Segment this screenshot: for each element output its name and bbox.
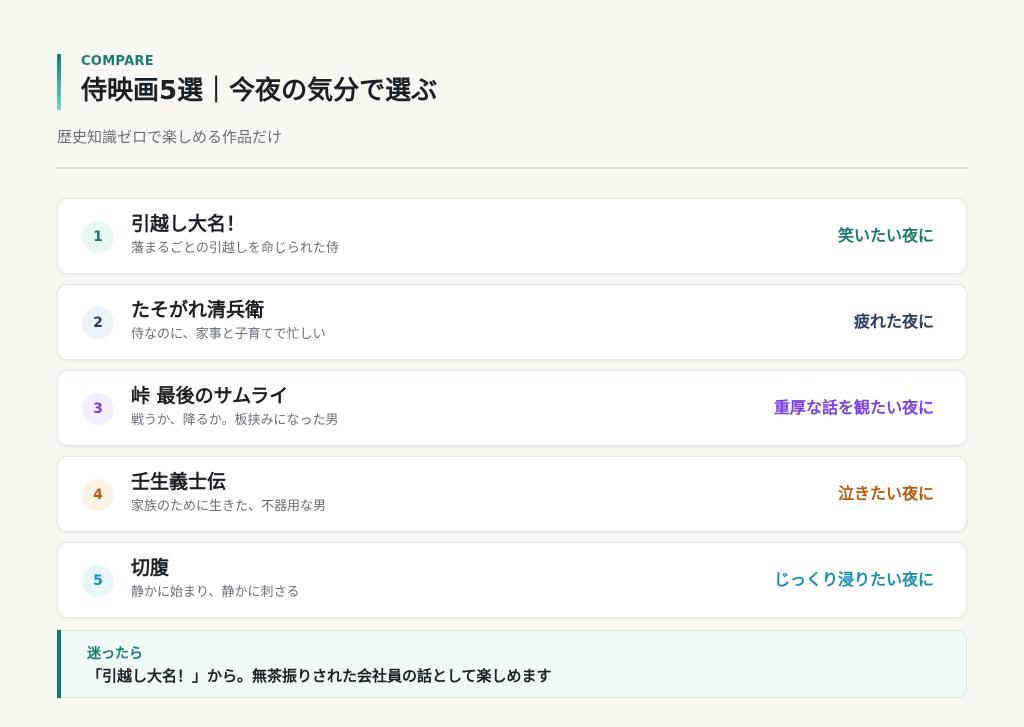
film-card[interactable]: 5 切腹 静かに始まり、静かに刺さる じっくり浸りたい夜に: [57, 542, 967, 618]
film-list: 1 引越し大名！ 藩まるごとの引越しを命じられた侍 笑いたい夜に 2 たそがれ清…: [57, 198, 967, 618]
film-description: 藩まるごとの引越しを命じられた侍: [131, 241, 339, 256]
film-description: 戦うか、降るか。板挟みになった男: [131, 413, 339, 428]
film-title: たそがれ清兵衛: [131, 299, 265, 321]
film-description: 家族のために生きた、不器用な男: [131, 499, 327, 514]
film-title: 引越し大名！: [131, 213, 246, 235]
eyebrow-label: COMPARE: [81, 54, 154, 69]
rank-badge: 3: [82, 393, 114, 425]
film-description: 静かに始まり、静かに刺さる: [131, 585, 300, 600]
film-card[interactable]: 2 たそがれ清兵衛 侍なのに、家事と子育てで忙しい 疲れた夜に: [57, 284, 967, 360]
callout-accent-bar: [57, 630, 61, 698]
page-subtitle: 歴史知識ゼロで楽しめる作品だけ: [57, 128, 283, 146]
film-description: 侍なのに、家事と子育てで忙しい: [131, 327, 326, 342]
film-card[interactable]: 4 壬生義士伝 家族のために生きた、不器用な男 泣きたい夜に: [57, 456, 967, 532]
header-accent-bar: [57, 54, 61, 110]
rank-badge: 4: [82, 479, 114, 511]
mood-tag: 泣きたい夜に: [837, 484, 934, 503]
mood-tag: 疲れた夜に: [853, 312, 934, 331]
film-title: 壬生義士伝: [131, 471, 227, 493]
callout-label: 迷ったら: [87, 646, 143, 662]
header-divider: [57, 167, 967, 169]
recommendation-callout: 迷ったら 「引越し大名！」から。無茶振りされた会社員の話として楽しめます: [57, 630, 967, 698]
mood-tag: じっくり浸りたい夜に: [773, 570, 934, 589]
mood-tag: 笑いたい夜に: [837, 226, 934, 245]
callout-text: 「引越し大名！」から。無茶振りされた会社員の話として楽しめます: [87, 667, 552, 685]
rank-badge: 5: [82, 565, 114, 597]
page-title: 侍映画5選｜今夜の気分で選ぶ: [81, 76, 438, 106]
film-title: 切腹: [131, 557, 170, 579]
film-title: 峠 最後のサムライ: [131, 385, 289, 407]
rank-badge: 1: [82, 221, 114, 253]
page-header: COMPARE 侍映画5選｜今夜の気分で選ぶ: [57, 54, 967, 110]
film-card[interactable]: 3 峠 最後のサムライ 戦うか、降るか。板挟みになった男 重厚な話を観たい夜に: [57, 370, 967, 446]
compare-page: COMPARE 侍映画5選｜今夜の気分で選ぶ 歴史知識ゼロで楽しめる作品だけ 1…: [57, 52, 967, 698]
mood-tag: 重厚な話を観たい夜に: [773, 398, 934, 417]
rank-badge: 2: [82, 307, 114, 339]
film-card[interactable]: 1 引越し大名！ 藩まるごとの引越しを命じられた侍 笑いたい夜に: [57, 198, 967, 274]
